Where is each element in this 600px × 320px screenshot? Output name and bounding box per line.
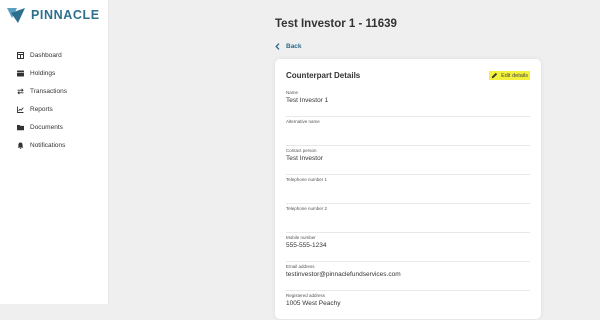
holdings-icon [16,69,24,77]
transactions-icon [16,87,24,95]
logo[interactable]: PINNACLE [6,5,100,25]
sidebar-item-label: Documents [30,123,63,131]
sidebar-item-notifications[interactable]: Notifications [0,136,108,154]
field-telephone-2: Telephone number 2 [286,204,530,233]
field-email-address: Email address testinvestor@pinnaclefunds… [286,262,530,291]
sidebar-item-label: Holdings [30,69,56,77]
bell-icon [16,141,24,149]
field-label: Telephone number 1 [286,177,328,182]
sidebar-nav: Dashboard Holdings Transactions Reports … [0,46,108,154]
field-label: Name [286,90,299,95]
page-title: Test Investor 1 - 11639 [275,18,397,30]
sidebar-item-dashboard[interactable]: Dashboard [0,46,108,64]
field-label: Telephone number 2 [286,206,328,211]
back-label: Back [286,42,302,50]
field-value: testinvestor@pinnaclefundservices.com [286,271,401,278]
sidebar-item-label: Transactions [30,87,67,95]
field-value: 555-555-1234 [286,242,327,249]
card-title: Counterpart Details [286,71,361,80]
field-registered-address: Registered address 1005 West Peachy [286,291,530,320]
sidebar-item-label: Reports [30,105,53,113]
sidebar: PINNACLE Dashboard Holdings Transactions… [0,0,109,304]
sidebar-item-label: Notifications [30,141,66,149]
sidebar-item-label: Dashboard [30,51,62,59]
pencil-icon [491,72,498,79]
counterpart-details-card: Counterpart Details Edit details Name Te… [275,59,541,320]
sidebar-item-documents[interactable]: Documents [0,118,108,136]
field-value: Test Investor [286,155,323,162]
field-alternative-name: Alternative name [286,117,530,146]
field-telephone-1: Telephone number 1 [286,175,530,204]
chevron-left-icon [275,42,281,50]
field-value: Test Investor 1 [286,97,329,104]
field-label: Alternative name [286,119,320,124]
details-list: Name Test Investor 1 Alternative name Co… [286,88,530,320]
field-label: Email address [286,264,315,269]
field-label: Contact person [286,148,317,153]
reports-icon [16,105,24,113]
dashboard-icon [16,51,24,59]
field-mobile-number: Mobile number 555-555-1234 [286,233,530,262]
sidebar-item-reports[interactable]: Reports [0,100,108,118]
field-contact-person: Contact person Test Investor [286,146,530,175]
sidebar-item-transactions[interactable]: Transactions [0,82,108,100]
sidebar-item-holdings[interactable]: Holdings [0,64,108,82]
field-label: Registered address [286,293,326,298]
brand-name: PINNACLE [31,8,100,22]
pinnacle-logo-icon [7,8,25,23]
back-link[interactable]: Back [275,42,302,50]
field-label: Mobile number [286,235,316,240]
edit-details-link[interactable]: Edit details [489,71,530,80]
documents-icon [16,123,24,131]
edit-details-label: Edit details [501,72,528,79]
field-name: Name Test Investor 1 [286,88,530,117]
